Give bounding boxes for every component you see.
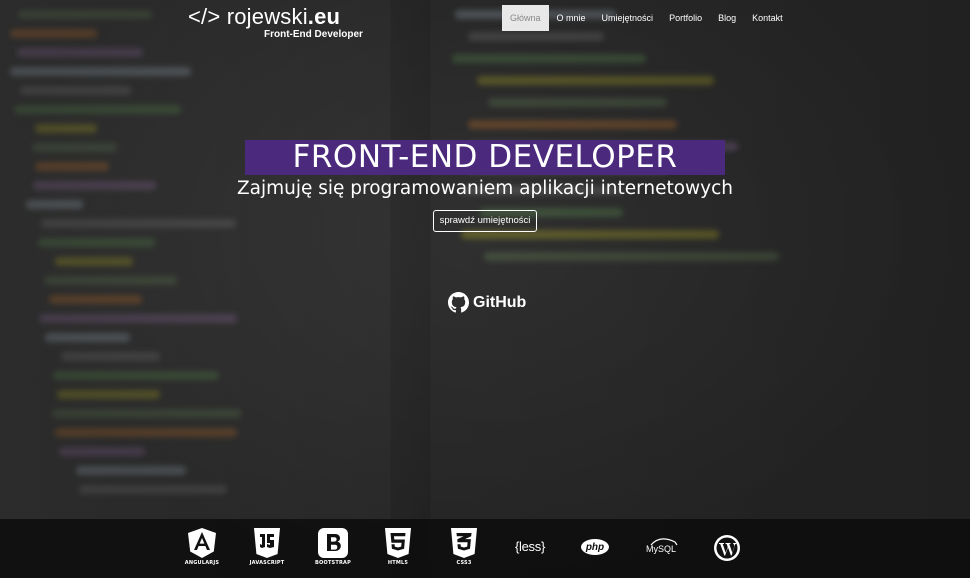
logo-prefix: </> rojewski <box>188 4 308 29</box>
nav-item-o-mnie[interactable]: O mnie <box>549 5 594 31</box>
tech-bootstrap: BOOTSTRAP <box>303 528 363 566</box>
logo-tld: .eu <box>307 4 341 29</box>
logo-tagline: Front-End Developer <box>264 29 363 40</box>
mysql-icon: MySQL <box>645 544 676 554</box>
tech-label-bootstrap: BOOTSTRAP <box>315 560 351 566</box>
angularjs-icon <box>188 528 216 558</box>
tech-css3: CSS3 <box>434 528 494 566</box>
tech-mysql: MySQL <box>631 537 691 554</box>
hero-subtitle: Zajmuję się programowaniem aplikacji int… <box>236 178 734 199</box>
tech-angularjs: ANGULARJS <box>172 528 232 566</box>
tech-php: php <box>565 539 625 555</box>
tech-less: {less} <box>500 539 560 554</box>
nav-item-blog[interactable]: Blog <box>710 5 744 31</box>
hero-title: FRONT-END DEVELOPER <box>292 139 678 175</box>
github-label: GitHub <box>473 293 527 311</box>
site-logo[interactable]: </> rojewski.eu Front-End Developer <box>188 4 363 40</box>
php-icon: php <box>581 539 609 555</box>
tech-javascript: JAVASCRIPT <box>237 528 297 566</box>
tech-html5: HTML5 <box>368 528 428 566</box>
nav-item-kontakt[interactable]: Kontakt <box>744 5 791 31</box>
github-link[interactable]: GitHub <box>448 292 526 313</box>
html5-icon <box>385 528 411 558</box>
tech-label-css3: CSS3 <box>456 560 472 566</box>
tech-label-angularjs: ANGULARJS <box>184 560 220 566</box>
main-nav: Główna O mnie Umiejętności Portfolio Blo… <box>502 5 791 31</box>
logo-text: </> rojewski.eu <box>188 4 340 30</box>
tech-label-javascript: JAVASCRIPT <box>249 560 285 566</box>
bootstrap-icon <box>318 528 348 558</box>
javascript-icon <box>254 528 280 558</box>
php-text: php <box>585 541 605 553</box>
css3-icon <box>451 528 477 558</box>
check-skills-button[interactable]: sprawdź umiejętności <box>433 210 537 232</box>
less-icon: {less} <box>514 539 545 554</box>
nav-item-umiejetnosci[interactable]: Umiejętności <box>594 5 662 31</box>
tech-wordpress <box>697 534 757 562</box>
nav-item-portfolio[interactable]: Portfolio <box>661 5 710 31</box>
github-icon <box>448 292 469 313</box>
tech-label-html5: HTML5 <box>387 560 409 566</box>
code-editor-background <box>0 0 970 578</box>
nav-item-glowna[interactable]: Główna <box>502 5 549 31</box>
wordpress-icon <box>714 535 740 561</box>
